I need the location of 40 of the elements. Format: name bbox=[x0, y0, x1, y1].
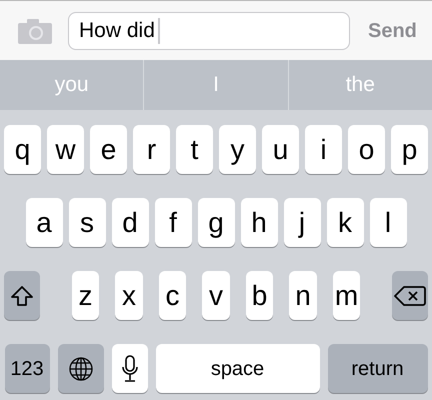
shift-icon bbox=[10, 284, 34, 306]
letter-key[interactable]: v bbox=[202, 271, 230, 320]
text-cursor bbox=[158, 18, 160, 44]
dictation-key[interactable] bbox=[112, 344, 148, 393]
letter-key[interactable]: m bbox=[332, 271, 360, 320]
shift-key[interactable] bbox=[4, 271, 40, 320]
letter-key[interactable]: l bbox=[370, 198, 406, 247]
letter-key[interactable]: p bbox=[391, 125, 428, 174]
letter-key[interactable]: c bbox=[158, 271, 186, 320]
globe-key[interactable] bbox=[58, 344, 104, 393]
letter-key[interactable]: x bbox=[115, 271, 143, 320]
message-text: How did bbox=[79, 18, 155, 44]
numbers-key[interactable]: 123 bbox=[4, 344, 50, 393]
delete-key[interactable] bbox=[392, 271, 428, 320]
letter-key[interactable]: b bbox=[246, 271, 274, 320]
letter-key[interactable]: f bbox=[154, 198, 192, 247]
letter-key[interactable]: h bbox=[240, 198, 278, 247]
letter-key[interactable]: k bbox=[326, 198, 364, 247]
letter-key[interactable]: u bbox=[262, 125, 299, 174]
letter-key[interactable]: j bbox=[284, 198, 320, 247]
letter-key[interactable]: g bbox=[198, 198, 234, 247]
message-field[interactable]: How did bbox=[68, 12, 350, 50]
return-key[interactable]: return bbox=[328, 344, 428, 393]
letter-key[interactable]: a bbox=[26, 198, 62, 247]
letter-key[interactable]: d bbox=[112, 198, 148, 247]
letter-key[interactable]: y bbox=[219, 125, 256, 174]
letter-key[interactable]: i bbox=[305, 125, 342, 174]
space-key[interactable]: space bbox=[156, 344, 320, 393]
letter-key[interactable]: t bbox=[176, 125, 213, 174]
letter-key[interactable]: e bbox=[90, 125, 127, 174]
letter-key[interactable]: w bbox=[47, 125, 84, 174]
microphone-icon bbox=[122, 354, 138, 382]
letter-key[interactable]: r bbox=[133, 125, 170, 174]
letter-key[interactable]: s bbox=[68, 198, 106, 247]
letter-key[interactable]: n bbox=[289, 271, 317, 320]
letter-key[interactable]: o bbox=[348, 125, 385, 174]
letter-key[interactable]: q bbox=[4, 125, 41, 174]
globe-icon bbox=[68, 356, 94, 382]
letter-key[interactable]: z bbox=[72, 271, 100, 320]
backspace-icon bbox=[394, 284, 426, 306]
